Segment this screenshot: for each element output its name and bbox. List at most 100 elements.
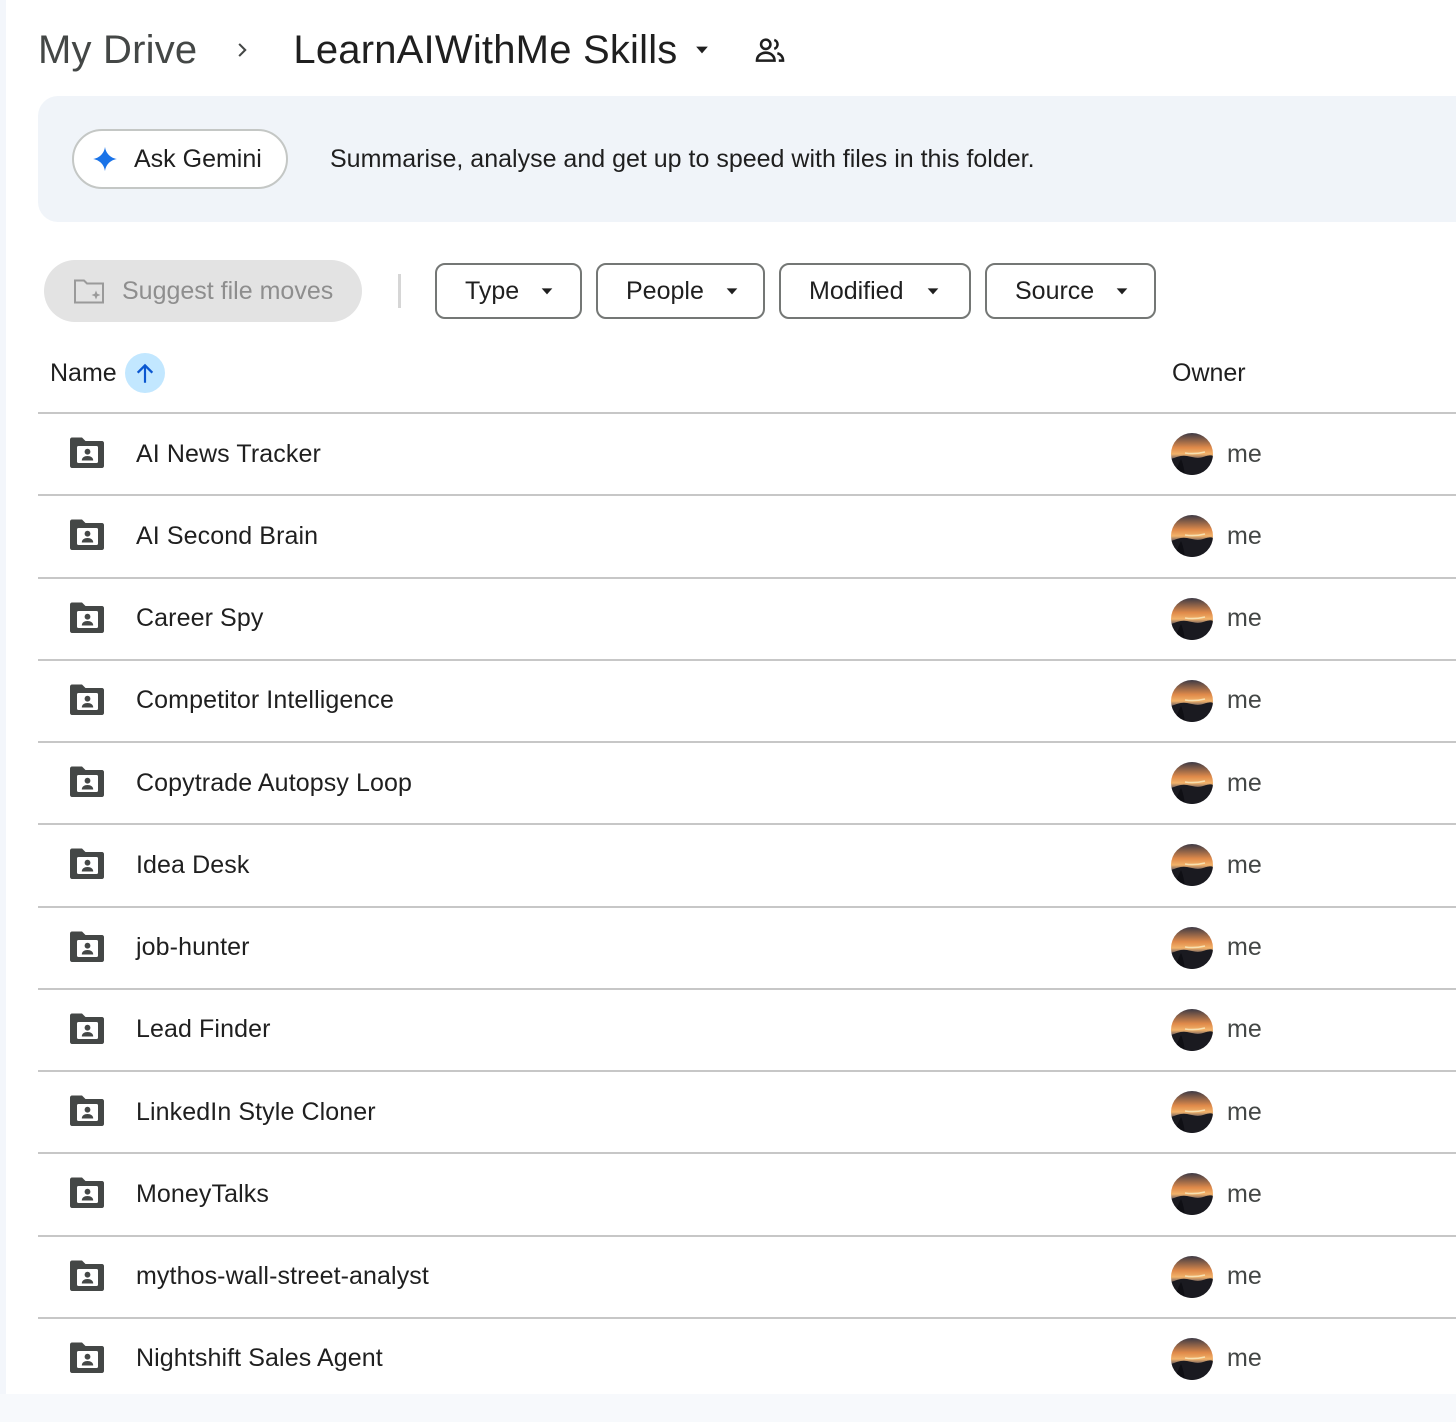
table-row[interactable]: AI News Tracker me xyxy=(38,414,1456,497)
avatar xyxy=(1171,1173,1213,1216)
table-row[interactable]: mythos-wall-street-analyst me xyxy=(38,1237,1456,1319)
owner-cell: me xyxy=(1171,908,1262,988)
filter-chip-type[interactable]: Type xyxy=(435,263,582,319)
caret-down-icon xyxy=(1114,281,1130,301)
column-name-label: Name xyxy=(50,358,117,387)
table-row[interactable]: Lead Finder me xyxy=(38,990,1456,1072)
column-header-name[interactable]: Name xyxy=(50,340,165,406)
avatar xyxy=(1171,679,1213,722)
table-row[interactable]: AI Second Brain me xyxy=(38,496,1456,579)
owner-cell: me xyxy=(1171,825,1262,905)
sort-direction-button[interactable] xyxy=(124,353,165,393)
owner-cell: me xyxy=(1171,496,1262,576)
shared-folder-icon xyxy=(68,847,106,881)
owner-cell: me xyxy=(1171,990,1262,1070)
table-row[interactable]: LinkedIn Style Cloner me xyxy=(38,1072,1456,1155)
shared-folder-icon xyxy=(68,1341,106,1375)
avatar xyxy=(1171,515,1213,558)
caret-down-icon xyxy=(539,281,555,301)
owner-name: me xyxy=(1227,768,1262,797)
file-name: AI Second Brain xyxy=(136,521,319,550)
left-edge xyxy=(0,0,6,1422)
shared-folder-icon xyxy=(68,1012,106,1046)
shared-folder-icon xyxy=(68,1176,106,1210)
shared-folder-icon xyxy=(68,1259,106,1293)
file-name: mythos-wall-street-analyst xyxy=(136,1262,429,1290)
owner-cell: me xyxy=(1171,1319,1262,1399)
owner-name: me xyxy=(1227,521,1262,550)
file-name: AI News Tracker xyxy=(136,439,321,468)
file-name: Nightshift Sales Agent xyxy=(136,1344,383,1373)
avatar xyxy=(1171,1091,1213,1133)
owner-cell: me xyxy=(1171,661,1262,741)
current-folder-title: LearnAIWithMe Skills xyxy=(293,27,678,72)
shared-folder-icon xyxy=(68,683,106,717)
filter-chip-label: Source xyxy=(1015,276,1095,305)
avatar xyxy=(1171,597,1213,640)
breadcrumb-current-folder[interactable]: LearnAIWithMe Skills xyxy=(293,28,713,73)
table-row[interactable]: Copytrade Autopsy Loop me xyxy=(38,743,1456,826)
arrow-up-icon xyxy=(136,363,153,383)
breadcrumb: My Drive LearnAIWithMe Skills xyxy=(38,22,788,78)
owner-name: me xyxy=(1227,1097,1262,1126)
shared-folder-icon xyxy=(68,601,106,635)
filter-toolbar: Suggest file moves Type People Modified … xyxy=(44,260,1170,322)
shared-folder-icon xyxy=(68,436,106,470)
table-header: Name Owner xyxy=(38,340,1456,414)
filter-chip-label: Modified xyxy=(809,276,904,305)
avatar xyxy=(1171,433,1213,475)
gemini-banner: Ask Gemini Summarise, analyse and get up… xyxy=(38,96,1456,222)
table-row[interactable]: Nightshift Sales Agent me xyxy=(38,1319,1456,1401)
owner-cell: me xyxy=(1171,1072,1262,1152)
bottom-edge xyxy=(0,1394,1456,1422)
table-row[interactable]: Career Spy me xyxy=(38,579,1456,661)
owner-name: me xyxy=(1227,850,1262,879)
file-list: AI News Tracker me AI Second Brain me Ca… xyxy=(38,414,1456,1401)
owner-cell: me xyxy=(1171,743,1262,823)
ask-gemini-button[interactable]: Ask Gemini xyxy=(72,129,288,189)
table-row[interactable]: Idea Desk me xyxy=(38,825,1456,908)
drive-folder-view: My Drive LearnAIWithMe Skills Ask Gemini xyxy=(0,0,1456,1422)
ask-gemini-label: Ask Gemini xyxy=(134,144,262,173)
filter-chip-people[interactable]: People xyxy=(596,263,765,319)
caret-down-icon xyxy=(924,281,944,301)
shared-folder-icon xyxy=(68,518,106,552)
owner-name: me xyxy=(1227,439,1262,468)
owner-name: me xyxy=(1227,1179,1262,1208)
owner-name: me xyxy=(1227,604,1262,632)
caret-down-icon xyxy=(690,38,714,62)
breadcrumb-my-drive[interactable]: My Drive xyxy=(38,28,197,73)
owner-name: me xyxy=(1227,686,1262,715)
owner-name: me xyxy=(1227,1344,1262,1373)
table-row[interactable]: MoneyTalks me xyxy=(38,1154,1456,1237)
filter-chip-modified[interactable]: Modified xyxy=(779,263,971,319)
file-name: Idea Desk xyxy=(136,850,250,879)
owner-cell: me xyxy=(1171,414,1262,494)
owner-cell: me xyxy=(1171,1154,1262,1234)
filter-chip-source[interactable]: Source xyxy=(985,263,1156,319)
column-header-owner[interactable]: Owner xyxy=(1172,340,1246,406)
owner-name: me xyxy=(1227,933,1262,961)
suggest-file-moves-label: Suggest file moves xyxy=(122,276,334,305)
owner-name: me xyxy=(1227,1262,1262,1290)
avatar xyxy=(1171,926,1213,969)
avatar xyxy=(1171,762,1213,804)
avatar xyxy=(1171,844,1213,887)
avatar xyxy=(1171,1337,1213,1380)
shared-folder-icon xyxy=(68,930,106,964)
file-name: Competitor Intelligence xyxy=(136,686,394,715)
owner-cell: me xyxy=(1171,579,1262,659)
table-row[interactable]: Competitor Intelligence me xyxy=(38,661,1456,743)
toolbar-divider xyxy=(398,274,401,308)
table-row[interactable]: job-hunter me xyxy=(38,908,1456,990)
people-icon[interactable] xyxy=(752,32,788,68)
owner-name: me xyxy=(1227,1015,1262,1044)
folder-sparkle-icon xyxy=(72,273,108,309)
suggest-file-moves-button[interactable]: Suggest file moves xyxy=(44,260,362,322)
file-name: Lead Finder xyxy=(136,1015,271,1044)
avatar xyxy=(1171,1255,1213,1298)
filter-chip-label: People xyxy=(626,276,704,305)
caret-down-icon xyxy=(724,281,740,301)
file-name: Career Spy xyxy=(136,604,264,632)
owner-cell: me xyxy=(1171,1237,1262,1317)
